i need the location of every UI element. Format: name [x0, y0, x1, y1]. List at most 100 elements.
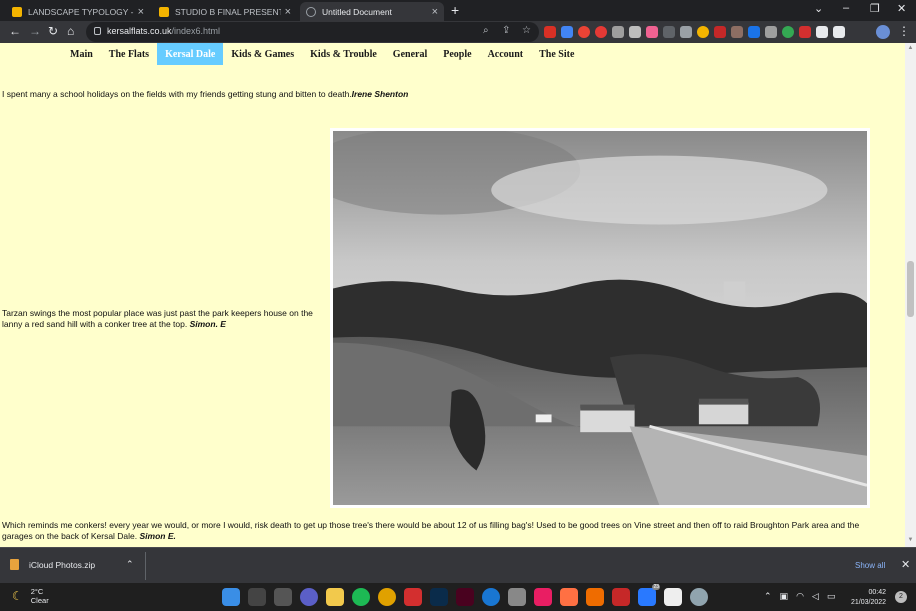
- memory-author: Simon E.: [139, 531, 176, 541]
- tab-landscape-typology[interactable]: LANDSCAPE TYPOLOGY - Google ×: [6, 2, 150, 21]
- page-scrollbar[interactable]: ▲ ▼: [905, 43, 916, 547]
- extension-icon[interactable]: [748, 26, 760, 38]
- chevron-up-icon[interactable]: ⌃: [126, 559, 134, 570]
- nav-kids-trouble[interactable]: Kids & Trouble: [302, 43, 385, 65]
- puzzle-icon[interactable]: [816, 26, 828, 38]
- memory-text: I spent many a school holidays on the fi…: [2, 89, 352, 99]
- extension-icon[interactable]: [646, 26, 658, 38]
- nav-kids-games[interactable]: Kids & Games: [223, 43, 302, 65]
- close-icon[interactable]: ✕: [901, 558, 910, 571]
- extension-icon[interactable]: [663, 26, 675, 38]
- display-icon[interactable]: ▣: [780, 591, 789, 602]
- app-icon[interactable]: [690, 588, 708, 606]
- zoom-icon[interactable]: ⌕: [483, 25, 489, 36]
- clock[interactable]: 00:42 21/03/2022: [851, 588, 886, 608]
- file-explorer-icon[interactable]: [326, 588, 344, 606]
- extensions-row: [544, 26, 845, 38]
- extension-icon[interactable]: [799, 26, 811, 38]
- photoshop-icon[interactable]: [430, 588, 448, 606]
- home-button[interactable]: ⌂: [67, 24, 74, 38]
- extension-icon[interactable]: [561, 26, 573, 38]
- weather-temp: 2°C: [30, 587, 44, 596]
- start-icon[interactable]: [222, 588, 240, 606]
- app-icon[interactable]: [508, 588, 526, 606]
- memory-paragraph: Tarzan swings the most popular place was…: [2, 308, 330, 330]
- memory-text: Which reminds me conkers! every year we …: [2, 520, 860, 541]
- lock-icon: [94, 27, 101, 35]
- weather-widget[interactable]: ☾ 2°C Clear: [12, 587, 49, 605]
- reload-button[interactable]: ↻: [48, 24, 58, 38]
- show-all-button[interactable]: Show all: [855, 561, 885, 570]
- app-icon[interactable]: [482, 588, 500, 606]
- extension-icon[interactable]: [697, 26, 709, 38]
- window-close-button[interactable]: ✕: [897, 2, 906, 15]
- extension-icon[interactable]: [714, 26, 726, 38]
- close-icon[interactable]: ×: [432, 6, 438, 18]
- memory-paragraph: Which reminds me conkers! every year we …: [2, 520, 882, 542]
- adblock-icon[interactable]: [595, 26, 607, 38]
- search-icon[interactable]: [248, 588, 266, 606]
- kersal-dale-photo: [330, 128, 870, 508]
- extension-icon[interactable]: [578, 26, 590, 38]
- forward-button[interactable]: →: [29, 24, 41, 38]
- extension-icon[interactable]: [765, 26, 777, 38]
- extension-icon[interactable]: [544, 26, 556, 38]
- mail-icon[interactable]: [638, 584, 660, 606]
- chrome-icon[interactable]: [378, 588, 396, 606]
- extension-icon[interactable]: [782, 26, 794, 38]
- site-nav: Main The Flats Kersal Dale Kids & Games …: [62, 43, 582, 65]
- app-icon[interactable]: [560, 588, 578, 606]
- moon-icon: ☾: [12, 589, 23, 603]
- app-icon[interactable]: [534, 588, 552, 606]
- scroll-down-arrow-icon[interactable]: ▼: [907, 537, 914, 543]
- tab-studio-b[interactable]: STUDIO B FINAL PRESENTATION ×: [153, 2, 297, 21]
- chevron-up-icon[interactable]: ⌃: [764, 591, 772, 602]
- nav-general[interactable]: General: [385, 43, 435, 65]
- tab-title: LANDSCAPE TYPOLOGY - Google: [28, 6, 134, 17]
- side-panel-icon[interactable]: [833, 26, 845, 38]
- close-icon[interactable]: ×: [285, 6, 291, 18]
- extension-icon[interactable]: [731, 26, 743, 38]
- indesign-icon[interactable]: [456, 588, 474, 606]
- profile-avatar[interactable]: [876, 25, 890, 39]
- nav-account[interactable]: Account: [480, 43, 532, 65]
- app-icon[interactable]: [612, 588, 630, 606]
- tab-strip: LANDSCAPE TYPOLOGY - Google × STUDIO B F…: [0, 0, 916, 21]
- spotify-icon[interactable]: [352, 588, 370, 606]
- nav-the-site[interactable]: The Site: [531, 43, 582, 65]
- nav-kersal-dale[interactable]: Kersal Dale: [157, 43, 224, 65]
- extension-icon[interactable]: [680, 26, 692, 38]
- acrobat-icon[interactable]: [404, 588, 422, 606]
- teams-chat-icon[interactable]: [300, 588, 318, 606]
- download-item[interactable]: iCloud Photos.zip: [10, 559, 95, 570]
- system-tray: ⌃ ▣ ◠ ◁ ▭: [764, 591, 835, 602]
- back-button[interactable]: ←: [9, 24, 21, 38]
- menu-dots-icon[interactable]: ⋮: [898, 24, 910, 38]
- app-icon[interactable]: [586, 588, 604, 606]
- restore-button[interactable]: ❐: [870, 2, 880, 15]
- volume-icon[interactable]: ◁: [812, 591, 819, 602]
- extension-icon[interactable]: [612, 26, 624, 38]
- address-bar[interactable]: kersalflats.co.uk/index6.html ⌕ ⇪ ☆: [86, 22, 539, 42]
- nav-people[interactable]: People: [435, 43, 479, 65]
- url-host: kersalflats.co.uk: [107, 26, 172, 36]
- download-filename: iCloud Photos.zip: [29, 559, 96, 570]
- scroll-up-arrow-icon[interactable]: ▲: [907, 45, 914, 51]
- share-icon[interactable]: ⇪: [502, 25, 510, 36]
- scrollbar-thumb[interactable]: [907, 261, 914, 317]
- extension-icon[interactable]: [629, 26, 641, 38]
- close-icon[interactable]: ×: [138, 6, 144, 18]
- task-view-icon[interactable]: [274, 588, 292, 606]
- app-icon[interactable]: [664, 588, 682, 606]
- new-tab-button[interactable]: +: [451, 2, 459, 18]
- tab-untitled-document[interactable]: Untitled Document ×: [300, 2, 444, 21]
- chevron-down-icon[interactable]: ⌄: [814, 2, 823, 15]
- divider: [145, 552, 146, 580]
- wifi-icon[interactable]: ◠: [796, 591, 804, 602]
- battery-icon[interactable]: ▭: [827, 591, 836, 602]
- notification-badge[interactable]: 2: [895, 591, 907, 603]
- minimize-button[interactable]: –: [843, 2, 849, 14]
- nav-the-flats[interactable]: The Flats: [101, 43, 157, 65]
- bookmark-star-icon[interactable]: ☆: [522, 25, 531, 36]
- nav-main[interactable]: Main: [62, 43, 101, 65]
